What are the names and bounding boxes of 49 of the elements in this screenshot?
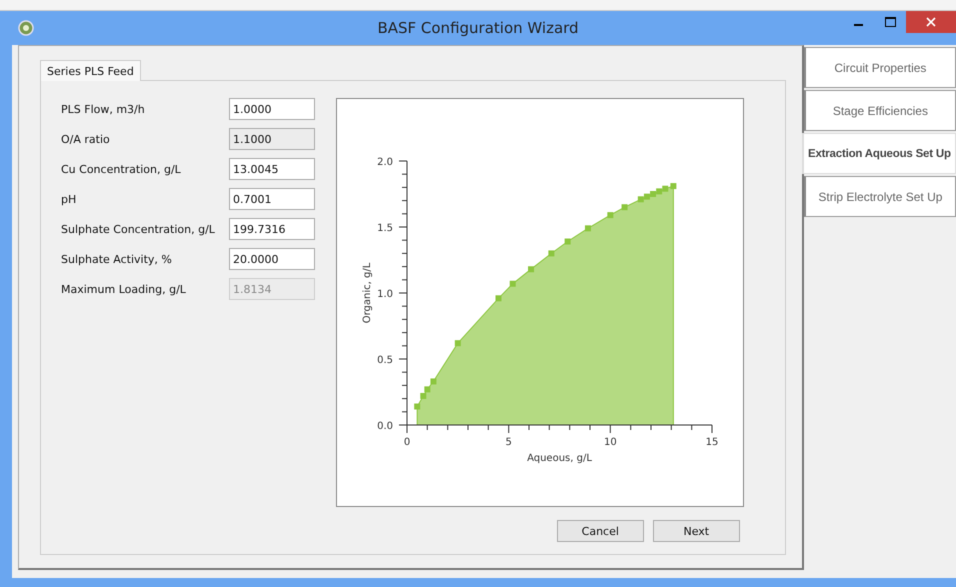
tick-label: 0.0 xyxy=(377,421,393,432)
tick-label: 5 xyxy=(505,437,512,448)
field-label: Maximum Loading, g/L xyxy=(61,282,186,296)
data-point xyxy=(528,266,534,272)
tick-label: 10 xyxy=(604,437,617,448)
tick-label: 15 xyxy=(706,437,718,448)
side-tab[interactable]: Extraction Aqueous Set Up xyxy=(802,133,956,174)
data-point xyxy=(454,340,461,346)
data-point xyxy=(414,404,420,410)
input-field[interactable]: 0.7001 xyxy=(229,188,315,210)
tick-label: 1.5 xyxy=(377,223,393,234)
field-label: Sulphate Concentration, g/L xyxy=(61,222,215,236)
input-field[interactable]: 199.7316 xyxy=(229,218,315,240)
close-button[interactable] xyxy=(906,11,956,33)
close-icon xyxy=(926,17,936,27)
data-point xyxy=(496,295,502,302)
maximize-icon xyxy=(884,17,896,27)
tick-label: 0.5 xyxy=(377,355,393,366)
data-point xyxy=(548,250,554,256)
data-point xyxy=(584,225,591,232)
window-title: BASF Configuration Wizard xyxy=(377,19,579,37)
tick-label: 2.0 xyxy=(377,157,393,168)
tick-label: 0 xyxy=(404,437,410,448)
data-point xyxy=(564,238,571,245)
field-label: PLS Flow, m3/h xyxy=(61,102,145,116)
input-field[interactable]: 1.0000 xyxy=(229,98,315,120)
field-label: Sulphate Activity, % xyxy=(61,252,172,266)
input-field[interactable]: 1.1000 xyxy=(229,128,315,150)
field-label: Cu Concentration, g/L xyxy=(61,162,181,176)
input-field[interactable]: 13.0045 xyxy=(229,158,315,180)
side-tab[interactable]: Stage Efficiencies xyxy=(804,90,956,131)
app-icon xyxy=(18,20,34,36)
data-point xyxy=(430,378,436,384)
next-button[interactable]: Next xyxy=(652,520,740,542)
field-label: pH xyxy=(61,192,76,206)
data-point xyxy=(670,183,676,190)
axis-title: Organic, g/L xyxy=(362,262,373,324)
tab[interactable]: Series PLS Feed xyxy=(40,60,141,81)
data-point xyxy=(622,204,628,210)
data-point xyxy=(607,212,614,218)
input-field[interactable]: 20.0000 xyxy=(229,248,315,270)
side-tab[interactable]: Strip Electrolyte Set Up xyxy=(804,176,956,217)
tick-label: 1.0 xyxy=(377,289,393,300)
data-point xyxy=(510,280,516,287)
axis-title: Aqueous, g/L xyxy=(527,453,592,464)
cancel-button[interactable]: Cancel xyxy=(556,520,644,542)
field-label: O/A ratio xyxy=(61,132,110,146)
side-tab[interactable]: Circuit Properties xyxy=(804,47,956,88)
minimize-icon xyxy=(854,24,862,26)
